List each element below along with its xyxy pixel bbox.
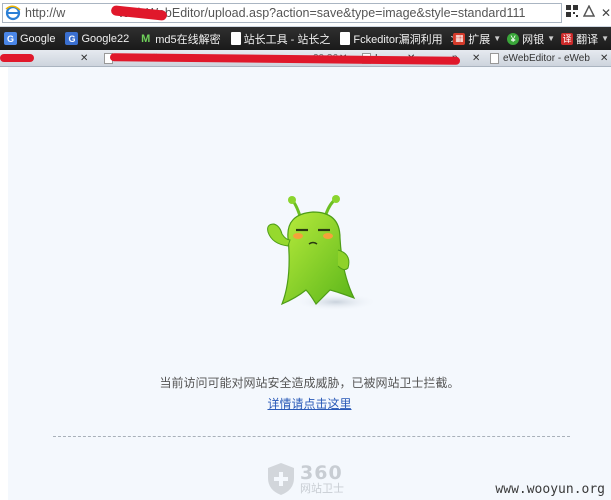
favorite-md5[interactable]: M md5在线解密: [139, 31, 221, 47]
favorite-chinaz[interactable]: 站长工具 - 站长之: [230, 31, 331, 47]
tab-close-icon[interactable]: ✕: [80, 50, 88, 66]
dropdown-arrow-icon: ▼: [547, 34, 556, 43]
favorite-google[interactable]: G Google: [4, 32, 55, 45]
qr-icon[interactable]: [565, 4, 579, 22]
360-wangzhan-weishi-logo: 360 网站卫士: [266, 459, 366, 499]
blocked-page: 当前访问可能对网站安全造成威胁，已被网站卫士拦截。 详情请点击这里 360 网站…: [8, 67, 611, 500]
translate-icon: 译: [561, 32, 574, 45]
url-field[interactable]: http://w.cn/eWebEditor/upload.asp?action…: [2, 3, 562, 23]
close-icon[interactable]: ✕: [599, 4, 611, 22]
translate-menu[interactable]: 译 翻译 ▼: [561, 31, 609, 47]
ie-logo-icon: [5, 5, 21, 21]
tab-strip: ✕ eWebEditor 20:36 ✕ L ✕ n ✕ eWebEditor …: [0, 50, 611, 67]
google-icon: G: [4, 32, 17, 45]
favorite-label: md5在线解密: [155, 33, 221, 46]
compat-icon[interactable]: [582, 4, 596, 22]
favorite-fckeditor[interactable]: Fckeditor漏洞利用: [340, 31, 443, 47]
shield-icon: [268, 463, 294, 495]
page-icon: [340, 32, 351, 45]
favorite-label: Google: [20, 32, 56, 45]
tab-title: eWebEditor - eWeb: [503, 53, 590, 64]
favorite-google22[interactable]: G Google22: [65, 32, 129, 45]
tab-close-icon[interactable]: ✕: [472, 50, 480, 66]
tab-redaction-mark: [0, 54, 34, 62]
tab-close-icon[interactable]: ✕: [600, 50, 608, 66]
extend-menu[interactable]: ▦ 扩展 ▼: [453, 31, 501, 47]
extend-icon: ▦: [453, 32, 466, 45]
url-path: /eWebEditor/upload.asp?action=save&type=…: [135, 6, 526, 20]
bank-menu[interactable]: ¥ 网银 ▼: [507, 31, 555, 47]
dropdown-arrow-icon: ▼: [493, 34, 502, 43]
favorite-label: Fckeditor漏洞利用: [353, 33, 443, 46]
translate-label: 翻译: [576, 33, 599, 46]
favorite-label: 站长工具 - 站长之: [243, 33, 331, 46]
google-icon: G: [65, 32, 79, 45]
window-edge: [0, 67, 8, 500]
green-alien-mascot-icon: [267, 195, 378, 311]
address-bar: http://w.cn/eWebEditor/upload.asp?action…: [0, 0, 611, 27]
page-icon: [490, 53, 499, 64]
dropdown-arrow-icon: ▼: [601, 34, 609, 43]
details-link[interactable]: 详情请点击这里: [8, 395, 611, 412]
url-text: http://w.cn/eWebEditor/upload.asp?action…: [25, 5, 526, 21]
page-icon: [230, 32, 241, 45]
tab-ewebeditor-active[interactable]: eWebEditor - eWeb: [490, 50, 590, 66]
block-warning-text: 当前访问可能对网站安全造成威胁，已被网站卫士拦截。: [159, 376, 460, 390]
brand-name: 网站卫士: [300, 482, 344, 495]
favorites-bar: G Google G Google22 M md5在线解密 站长工具 - 站长之…: [0, 27, 611, 50]
url-prefix: http://w: [25, 6, 66, 20]
brand-text: 360 网站卫士: [300, 461, 344, 495]
bank-icon: ¥: [507, 32, 520, 45]
favorite-label: Google22: [81, 32, 130, 45]
md5-icon: M: [141, 32, 151, 45]
bank-label: 网银: [522, 33, 545, 46]
extend-label: 扩展: [468, 33, 491, 46]
dashed-divider: [53, 436, 570, 437]
brand-number: 360: [300, 461, 343, 484]
watermark: www.wooyun.org: [495, 482, 605, 497]
